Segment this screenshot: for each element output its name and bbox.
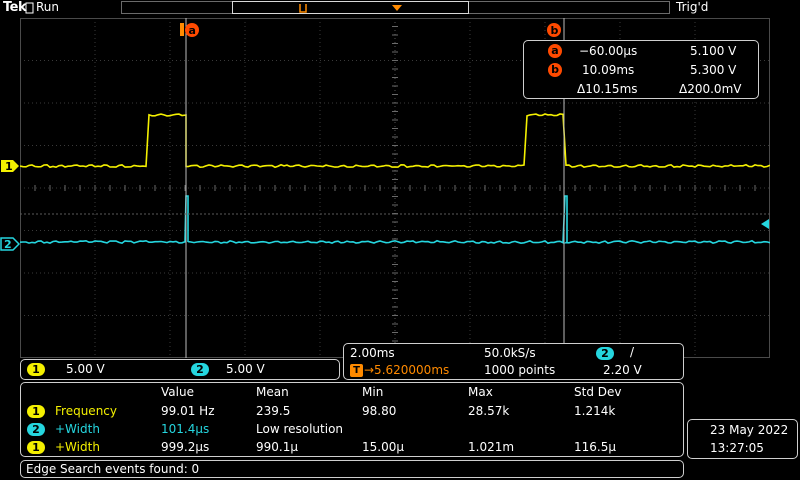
- measurement-min: 98.80: [362, 404, 397, 418]
- brand-logo: Tek: [3, 0, 27, 15]
- cursor-a-handle[interactable]: a: [180, 22, 202, 41]
- record-length[interactable]: 1000 points: [484, 363, 555, 377]
- trigger-slope-icon: /: [630, 345, 635, 359]
- measurement-name: +Width: [55, 440, 100, 454]
- measurement-value: 99.01 Hz: [161, 404, 215, 418]
- ch1-waveform: [20, 113, 770, 169]
- top-status-bar: Tek Run Trig'd: [0, 0, 800, 17]
- measurement-header-std-dev: Std Dev: [574, 385, 622, 399]
- status-message: Edge Search events found: 0: [26, 462, 200, 476]
- ch1-scale-value[interactable]: 5.00 V: [66, 362, 105, 376]
- ch2-scale-value[interactable]: 5.00 V: [226, 362, 265, 376]
- measurement-name: Frequency: [55, 404, 117, 418]
- trigger-position[interactable]: →5.620000ms: [364, 363, 449, 377]
- date-display: 23 May 2022: [710, 423, 789, 437]
- record-view-window[interactable]: [232, 1, 469, 14]
- measurement-std-dev: 116.5µ: [574, 440, 616, 454]
- measurement-mean: 990.1µ: [256, 440, 298, 454]
- trigger-level-marker: [761, 218, 770, 232]
- measurement-header-min: Min: [362, 385, 384, 399]
- run-state-icon: [25, 2, 34, 14]
- cursor-b-handle[interactable]: b: [546, 22, 564, 41]
- cursor-a-badge: a: [548, 44, 562, 58]
- measurement-min: 15.00µ: [362, 440, 404, 454]
- measurement-mean: 239.5: [256, 404, 291, 418]
- measurement-max: 1.021m: [468, 440, 515, 454]
- ch2-waveform: [20, 195, 770, 245]
- status-message-bar: Edge Search events found: 0: [20, 460, 684, 478]
- measurement-value: 101.4µs: [161, 422, 210, 436]
- trigger-source-badge[interactable]: 2: [596, 347, 614, 360]
- trigger-status: Trig'd: [676, 0, 709, 14]
- cursor-a-time: −60.00µs: [579, 44, 638, 58]
- sample-rate[interactable]: 50.0kS/s: [484, 346, 536, 360]
- time-display: 13:27:05: [710, 441, 764, 455]
- time-per-division[interactable]: 2.00ms: [350, 346, 395, 360]
- cursor-b-time: 10.09ms: [582, 63, 635, 77]
- measurement-panel[interactable]: Value Mean Min Max Std Dev 1 Frequency 9…: [20, 382, 684, 457]
- channel-scale-panel[interactable]: 1 5.00 V 2 5.00 V: [20, 359, 340, 380]
- ch1-scale-badge[interactable]: 1: [27, 363, 45, 376]
- cursor-delta-value: Δ200.0mV: [679, 82, 742, 96]
- svg-text:b: b: [551, 24, 559, 37]
- measurement-name: +Width: [55, 422, 100, 436]
- measurement-header-mean: Mean: [256, 385, 289, 399]
- cursor-b-badge: b: [548, 63, 562, 77]
- ch2-scale-badge[interactable]: 2: [191, 363, 209, 376]
- measurement-max: 28.57k: [468, 404, 510, 418]
- horizontal-center-marker: [392, 1, 402, 15]
- measurement-header-max: Max: [468, 385, 493, 399]
- ch2-ground-marker[interactable]: 2: [0, 237, 21, 254]
- cursor-a-value: 5.100 V: [690, 44, 737, 58]
- measurement-source-badge: 1: [27, 441, 45, 454]
- acquisition-run-state[interactable]: Run: [36, 0, 59, 14]
- measurement-mean: Low resolution: [256, 422, 344, 436]
- measurement-source-badge: 2: [27, 423, 45, 436]
- measurement-row[interactable]: 1 +Width 999.2µs 990.1µ 15.00µ 1.021m 11…: [21, 439, 681, 456]
- measurement-value: 999.2µs: [161, 440, 210, 454]
- measurement-header-value: Value: [161, 385, 194, 399]
- measurement-row[interactable]: 1 Frequency 99.01 Hz 239.5 98.80 28.57k …: [21, 403, 681, 420]
- trigger-record-marker: [299, 3, 307, 18]
- measurement-row[interactable]: 2 +Width 101.4µs Low resolution: [21, 421, 681, 438]
- ch1-ground-marker[interactable]: 1: [0, 159, 20, 176]
- measurement-source-badge: 1: [27, 405, 45, 418]
- svg-text:2: 2: [4, 238, 12, 251]
- measurement-std-dev: 1.214k: [574, 404, 616, 418]
- trigger-level[interactable]: 2.20 V: [603, 363, 642, 377]
- svg-text:1: 1: [5, 160, 13, 173]
- svg-text:a: a: [189, 24, 196, 37]
- date-time-panel[interactable]: 23 May 2022 13:27:05: [687, 419, 798, 459]
- trigger-position-icon: T: [350, 364, 363, 377]
- horizontal-trigger-panel[interactable]: 2.00ms 50.0kS/s 2 / T →5.620000ms 1000 p…: [343, 343, 684, 380]
- cursor-b-value: 5.300 V: [690, 63, 737, 77]
- cursor-readout-panel[interactable]: a −60.00µs 5.100 V b 10.09ms 5.300 V Δ10…: [523, 40, 759, 99]
- cursor-delta-time: Δ10.15ms: [577, 82, 638, 96]
